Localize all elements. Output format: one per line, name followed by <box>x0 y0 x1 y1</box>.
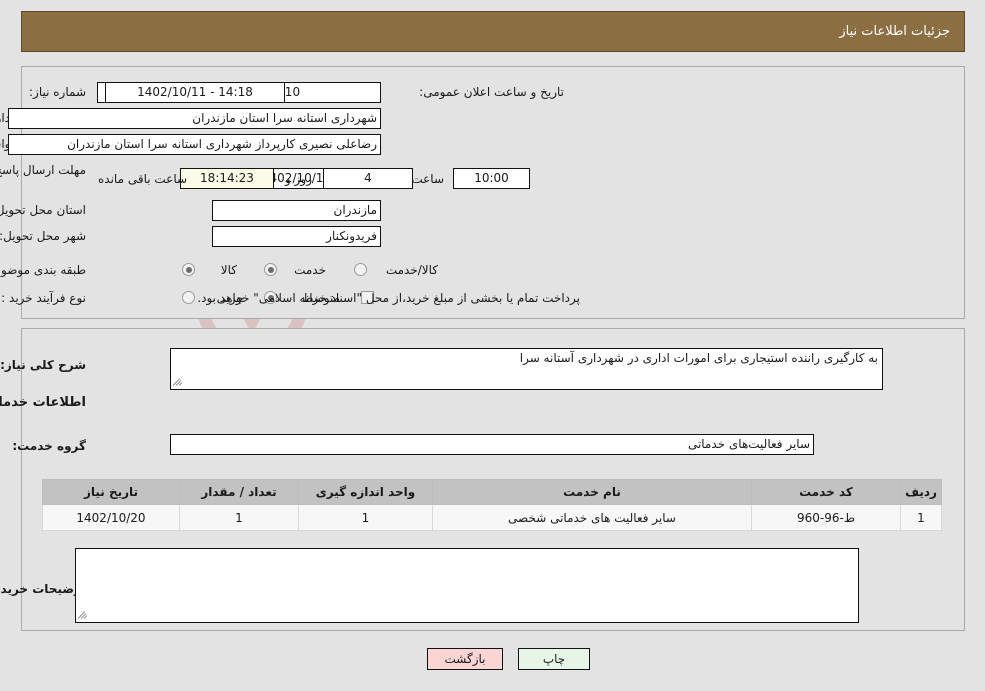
need-number-label: شماره نیاز: <box>29 85 86 99</box>
countdown-timer-value: 18:14:23 <box>180 168 274 189</box>
radio-category-khedmat-label: خدمت <box>294 263 326 277</box>
general-description-resize-handle[interactable] <box>172 376 184 388</box>
treasury-docs-label: پرداخت تمام یا بخشی از مبلغ خرید،از محل … <box>197 291 580 305</box>
radio-process-jozei[interactable] <box>182 291 195 304</box>
delivery-province-label: استان محل تحویل: <box>0 203 86 217</box>
radio-category-kala[interactable] <box>182 263 195 276</box>
general-description-textarea[interactable]: به کارگیری راننده استیجاری برای امورات ا… <box>170 348 883 390</box>
th-unit: واحد اندازه گیری <box>298 479 433 505</box>
cell-quantity: 1 <box>179 504 299 531</box>
delivery-city-label: شهر محل تحویل: <box>0 229 86 243</box>
th-service-name: نام خدمت <box>432 479 752 505</box>
cell-service-code: ط-96-960 <box>751 504 901 531</box>
cell-row-index: 1 <box>900 504 942 531</box>
announce-datetime-label: تاریخ و ساعت اعلان عمومی: <box>419 85 564 99</box>
page-header-bar: جزئیات اطلاعات نیاز <box>21 11 965 52</box>
response-deadline-label: مهلت ارسال پاسخ: تا تاریخ: <box>0 163 86 177</box>
table-row: 1 ط-96-960 سایر فعالیت های خدماتی شخصی 1… <box>42 504 942 531</box>
general-description-label: شرح کلی نیاز: <box>0 358 86 372</box>
remaining-days-label: روز و <box>285 172 312 186</box>
print-button[interactable]: چاپ <box>518 648 590 670</box>
deadline-hour-label: ساعت <box>411 172 444 186</box>
cell-unit: 1 <box>298 504 433 531</box>
request-creator-value: رضاعلی نصیری کارپرداز شهرداری استانه سرا… <box>8 134 381 155</box>
remaining-hours-label: ساعت باقی مانده <box>98 172 188 186</box>
radio-category-khedmat[interactable] <box>264 263 277 276</box>
buyer-notes-resize-handle[interactable] <box>77 609 89 621</box>
radio-category-kala-label: کالا <box>220 263 237 277</box>
buyer-notes-textarea[interactable] <box>75 548 859 623</box>
remaining-days-value: 4 <box>323 168 413 189</box>
th-need-date: تاریخ نیاز <box>42 479 180 505</box>
deadline-hour-value: 10:00 <box>453 168 530 189</box>
th-row-index: ردیف <box>900 479 942 505</box>
services-section-heading: اطلاعات خدمات مورد نیاز <box>0 395 86 410</box>
th-service-code: کد خدمت <box>751 479 901 505</box>
radio-category-kala-khedmat-label: کالا/خدمت <box>385 263 438 277</box>
buyer-notes-label: توضیحات خریدار: <box>0 582 86 596</box>
radio-category-kala-khedmat[interactable] <box>354 263 367 276</box>
page-title: جزئیات اطلاعات نیاز <box>839 24 950 39</box>
need-summary-panel <box>21 66 965 319</box>
cell-need-date: 1402/10/20 <box>42 504 180 531</box>
delivery-province-value: مازندران <box>212 200 381 221</box>
purchase-process-label: نوع فرآیند خرید : <box>1 291 86 305</box>
service-group-label: گروه خدمت: <box>12 439 86 453</box>
services-table: ردیف کد خدمت نام خدمت واحد اندازه گیری ت… <box>42 479 942 531</box>
table-header-row: ردیف کد خدمت نام خدمت واحد اندازه گیری ت… <box>42 479 942 505</box>
announce-datetime-value: 14:18 - 1402/10/11 <box>105 82 285 103</box>
buyer-org-value: شهرداری استانه سرا استان مازندران <box>8 108 381 129</box>
delivery-city-value: فریدونکنار <box>212 226 381 247</box>
subject-category-label: طبقه بندی موضوعی: <box>0 263 86 277</box>
back-button[interactable]: بازگشت <box>427 648 503 670</box>
cell-service-name: سایر فعالیت های خدماتی شخصی <box>432 504 752 531</box>
service-group-value: سایر فعالیت‌های خدماتی <box>170 434 814 455</box>
th-quantity: تعداد / مقدار <box>179 479 299 505</box>
